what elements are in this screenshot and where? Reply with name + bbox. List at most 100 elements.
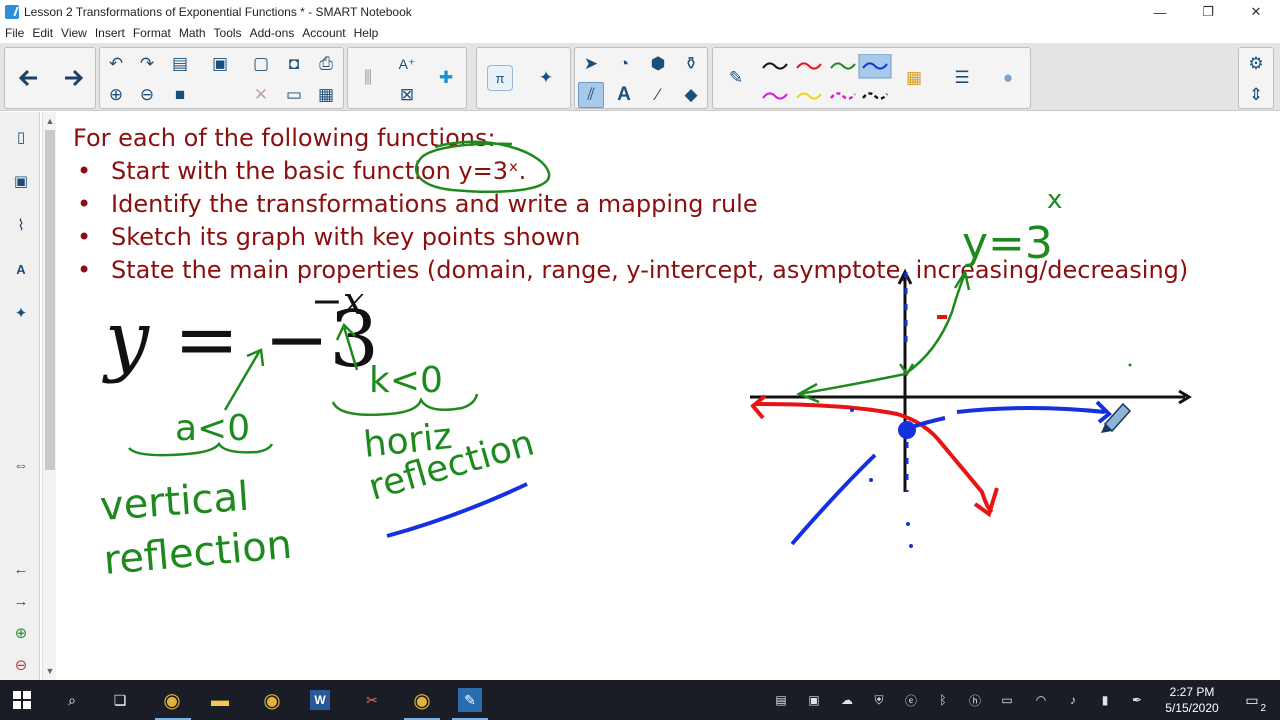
file-explorer-taskbar-button[interactable]: ▬ [208,688,232,712]
pen-type-button[interactable]: ✎ [723,65,749,91]
save-button[interactable]: ■ [167,82,193,108]
shape-tool-button[interactable]: ◔ [611,51,637,77]
screen-capture-button[interactable]: ◘ [281,51,307,77]
close-button[interactable]: ✕ [1232,0,1280,24]
document-camera-button[interactable]: ⎙ [313,51,339,77]
next-page-button[interactable] [61,65,87,91]
restore-button[interactable]: ❐ [1184,0,1232,24]
previous-page-button[interactable] [15,65,41,91]
menu-view[interactable]: View [57,26,91,40]
sidebar-next-page-button[interactable]: → [9,588,33,614]
menu-edit[interactable]: Edit [28,26,57,40]
scrollbar-thumb[interactable] [45,130,55,470]
green-pen-swatch[interactable] [830,62,856,70]
handwritten-ink-layer[interactable]: a<0 k<0 vertical reflection horiz reflec… [57,112,1280,680]
sidebar-delete-page-button[interactable]: ⊖ [9,652,33,678]
undo-button[interactable]: ↶ [103,51,129,77]
screen-shade-button[interactable]: ▣ [207,51,233,77]
new-page-button[interactable]: ⊕ [103,82,129,108]
red-pen-swatch[interactable] [796,62,822,70]
tray-battery-icon[interactable]: ▮ [1096,691,1114,709]
smart-notebook-taskbar-button[interactable]: ✎ [458,688,482,712]
pen-color-swatches[interactable] [759,54,907,106]
tray-volume-icon[interactable]: ♪ [1064,691,1082,709]
dual-page-button[interactable]: ⊠ [394,82,420,108]
tray-onedrive-icon[interactable]: ☁ [838,691,856,709]
tray-bluetooth-icon[interactable]: ᛒ [934,691,952,709]
notebook-page-canvas[interactable]: For each of the following functions: • S… [57,112,1280,680]
tray-snip-icon[interactable]: ▣ [805,691,823,709]
menu-help[interactable]: Help [350,26,383,40]
word-taskbar-button[interactable]: W [308,688,332,712]
select-tool-button[interactable]: ➤ [578,51,604,77]
black-dashed-pen-swatch[interactable] [862,92,888,100]
full-screen-button[interactable]: ▭ [281,82,307,108]
customize-toolbar-button[interactable]: ⚙ [1243,51,1269,77]
task-view-button[interactable]: ❏ [108,688,132,712]
small-arrow-right-icon: → [13,592,29,610]
magenta-pen-swatch[interactable] [762,92,788,100]
start-button[interactable] [10,688,34,712]
text-tool-button[interactable]: A [611,82,637,108]
scroll-down-icon[interactable]: ▼ [43,664,57,678]
move-sidebar-button[interactable]: ⇔ [9,452,33,478]
toolbar-position-button[interactable]: ⇕ [1243,82,1269,108]
menu-account[interactable]: Account [298,26,349,40]
edit-group: ↶ ↷ ▤ ▣ ▢ ◘ ⎙ ⊕ ⊖ ■ ✕ ▭ ▦ [99,47,344,109]
add-ons-button[interactable]: ✦ [533,65,559,91]
properties-tab[interactable]: A [9,256,33,282]
math-tools-button[interactable]: π [487,65,513,91]
delete-page-button[interactable]: ⊖ [134,82,160,108]
menu-insert[interactable]: Insert [91,26,129,40]
tray-display-icon[interactable]: ▭ [998,691,1016,709]
table-button[interactable]: ▦ [313,82,339,108]
chrome-taskbar-button[interactable]: ◉ [160,688,184,712]
menu-tools[interactable]: Tools [210,26,246,40]
chrome-taskbar-button-3[interactable]: ◉ [410,688,434,712]
chrome-taskbar-button-2[interactable]: ◉ [260,688,284,712]
vertical-scrollbar[interactable]: ▲ ▼ [42,112,56,680]
tray-edge-icon[interactable]: ⓔ [902,691,920,709]
line-style-button[interactable]: ☰ [949,65,975,91]
gallery-tab[interactable]: ▣ [9,168,33,194]
smart-notebook-app-icon [5,5,19,19]
fill-effects-button[interactable]: ● [995,65,1021,91]
tray-pen-icon[interactable]: ✒ [1128,691,1146,709]
magenta-dashed-pen-swatch[interactable] [830,92,856,100]
sidebar-add-page-button[interactable]: ⊕ [9,620,33,646]
page-sorter-tab[interactable]: ▯ [9,124,33,150]
black-pen-swatch[interactable] [762,62,788,70]
system-clock[interactable]: 2:27 PM 5/15/2020 [1160,684,1224,716]
action-center-button[interactable]: ▭ 2 [1240,688,1266,715]
paste-button[interactable]: ▢ [248,51,274,77]
magic-pen-button[interactable]: ⚱ [678,51,704,77]
fill-tool-button[interactable]: ⬢ [645,51,671,77]
addons-tab[interactable]: ✦ [9,300,33,326]
font-tool-button[interactable]: A⁺ [394,51,420,77]
tray-wifi-icon[interactable]: ◠ [1032,691,1050,709]
pen-tool-button[interactable]: ⫽ [578,82,604,108]
open-file-button[interactable]: ▤ [167,51,193,77]
eraser-tool-button[interactable]: ◆ [678,82,704,108]
search-button[interactable]: ⌕ [60,688,84,712]
notification-icon: ▭ [1245,691,1259,708]
menu-format[interactable]: Format [129,26,175,40]
scroll-up-icon[interactable]: ▲ [43,114,57,128]
yellow-pen-swatch[interactable] [796,92,822,100]
tray-app-icon[interactable]: ▤ [772,691,790,709]
tray-security-icon[interactable]: ⛨ [870,691,888,709]
menu-file[interactable]: File [0,26,28,40]
delete-button[interactable]: ✕ [248,82,274,108]
menu-math[interactable]: Math [175,26,210,40]
minimize-button[interactable]: — [1136,0,1184,24]
redo-button[interactable]: ↷ [134,51,160,77]
recorder-button[interactable]: ⫼ [355,65,381,91]
activity-builder-button[interactable]: ✚ [433,65,459,91]
snipping-tool-taskbar-button[interactable]: ✂ [360,688,384,712]
attachments-tab[interactable]: ⌇ [9,212,33,238]
tray-hp-icon[interactable]: ⓗ [966,691,984,709]
sidebar-previous-page-button[interactable]: ← [9,556,33,582]
color-palette-button[interactable]: ▦ [901,65,927,91]
menu-addons[interactable]: Add-ons [246,26,299,40]
line-tool-button[interactable]: ⁄ [645,82,671,108]
